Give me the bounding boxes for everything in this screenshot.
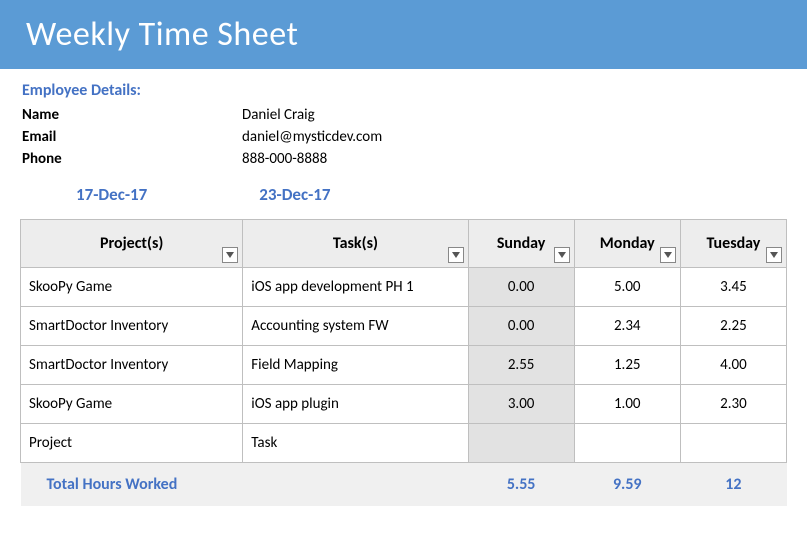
cell-monday[interactable]: 2.34 (574, 307, 680, 346)
cell-sunday[interactable]: 0.00 (468, 268, 574, 307)
totals-monday: 9.59 (574, 463, 680, 507)
cell-tuesday[interactable] (680, 424, 786, 463)
cell-tuesday[interactable]: 2.30 (680, 385, 786, 424)
totals-row: Total Hours Worked 5.55 9.59 12 (21, 463, 787, 507)
employee-details-header: Employee Details: (22, 81, 787, 100)
cell-tuesday[interactable]: 2.25 (680, 307, 786, 346)
phone-label: Phone (22, 150, 242, 168)
cell-task[interactable]: Task (243, 424, 468, 463)
cell-sunday[interactable]: 0.00 (468, 307, 574, 346)
cell-monday[interactable] (574, 424, 680, 463)
end-date: 23-Dec-17 (259, 184, 330, 205)
cell-project[interactable]: Project (21, 424, 243, 463)
detail-row-name: Name Daniel Craig (22, 104, 787, 126)
filter-button-monday[interactable] (660, 247, 676, 263)
chevron-down-icon (770, 252, 778, 258)
table-row: SmartDoctor Inventory Field Mapping 2.55… (21, 346, 787, 385)
totals-tuesday: 12 (680, 463, 786, 507)
cell-project[interactable]: SmartDoctor Inventory (21, 307, 243, 346)
header-project-label: Project(s) (100, 234, 163, 253)
chevron-down-icon (226, 252, 234, 258)
header-project: Project(s) (21, 220, 243, 268)
header-task: Task(s) (243, 220, 468, 268)
email-value: daniel@mysticdev.com (242, 128, 382, 146)
totals-sunday: 5.55 (468, 463, 574, 507)
header-sunday: Sunday (468, 220, 574, 268)
page-title: Weekly Time Sheet (0, 0, 807, 69)
table-row: SmartDoctor Inventory Accounting system … (21, 307, 787, 346)
filter-button-tuesday[interactable] (766, 247, 782, 263)
employee-details: Employee Details: Name Daniel Craig Emai… (0, 69, 807, 170)
header-row: Project(s) Task(s) Sunday (21, 220, 787, 268)
chevron-down-icon (664, 252, 672, 258)
header-task-label: Task(s) (333, 234, 378, 253)
table-row: SkooPy Game iOS app development PH 1 0.0… (21, 268, 787, 307)
table-row: SkooPy Game iOS app plugin 3.00 1.00 2.3… (21, 385, 787, 424)
header-tuesday: Tuesday (680, 220, 786, 268)
timesheet-body: SkooPy Game iOS app development PH 1 0.0… (21, 268, 787, 507)
cell-monday[interactable]: 5.00 (574, 268, 680, 307)
cell-task[interactable]: Field Mapping (243, 346, 468, 385)
cell-sunday[interactable] (468, 424, 574, 463)
cell-monday[interactable]: 1.00 (574, 385, 680, 424)
header-tuesday-label: Tuesday (706, 234, 760, 253)
date-range: 17-Dec-17 23-Dec-17 (0, 170, 807, 219)
detail-row-email: Email daniel@mysticdev.com (22, 126, 787, 148)
totals-label: Total Hours Worked (21, 463, 469, 507)
cell-monday[interactable]: 1.25 (574, 346, 680, 385)
header-monday-label: Monday (600, 234, 655, 253)
header-monday: Monday (574, 220, 680, 268)
phone-value: 888-000-8888 (242, 150, 327, 168)
filter-button-sunday[interactable] (554, 247, 570, 263)
cell-project[interactable]: SmartDoctor Inventory (21, 346, 243, 385)
cell-sunday[interactable]: 3.00 (468, 385, 574, 424)
table-row: Project Task (21, 424, 787, 463)
name-value: Daniel Craig (242, 106, 315, 124)
header-sunday-label: Sunday (497, 234, 546, 253)
cell-task[interactable]: iOS app plugin (243, 385, 468, 424)
chevron-down-icon (558, 252, 566, 258)
cell-tuesday[interactable]: 3.45 (680, 268, 786, 307)
timesheet-table-wrap: Project(s) Task(s) Sunday (0, 219, 807, 506)
cell-task[interactable]: Accounting system FW (243, 307, 468, 346)
start-date: 17-Dec-17 (76, 184, 147, 205)
cell-project[interactable]: SkooPy Game (21, 268, 243, 307)
cell-project[interactable]: SkooPy Game (21, 385, 243, 424)
name-label: Name (22, 106, 242, 124)
timesheet-table: Project(s) Task(s) Sunday (20, 219, 787, 506)
filter-button-task[interactable] (448, 247, 464, 263)
cell-sunday[interactable]: 2.55 (468, 346, 574, 385)
detail-row-phone: Phone 888-000-8888 (22, 148, 787, 170)
email-label: Email (22, 128, 242, 146)
chevron-down-icon (452, 252, 460, 258)
cell-task[interactable]: iOS app development PH 1 (243, 268, 468, 307)
timesheet-container: Weekly Time Sheet Employee Details: Name… (0, 0, 807, 516)
cell-tuesday[interactable]: 4.00 (680, 346, 786, 385)
filter-button-project[interactable] (222, 247, 238, 263)
